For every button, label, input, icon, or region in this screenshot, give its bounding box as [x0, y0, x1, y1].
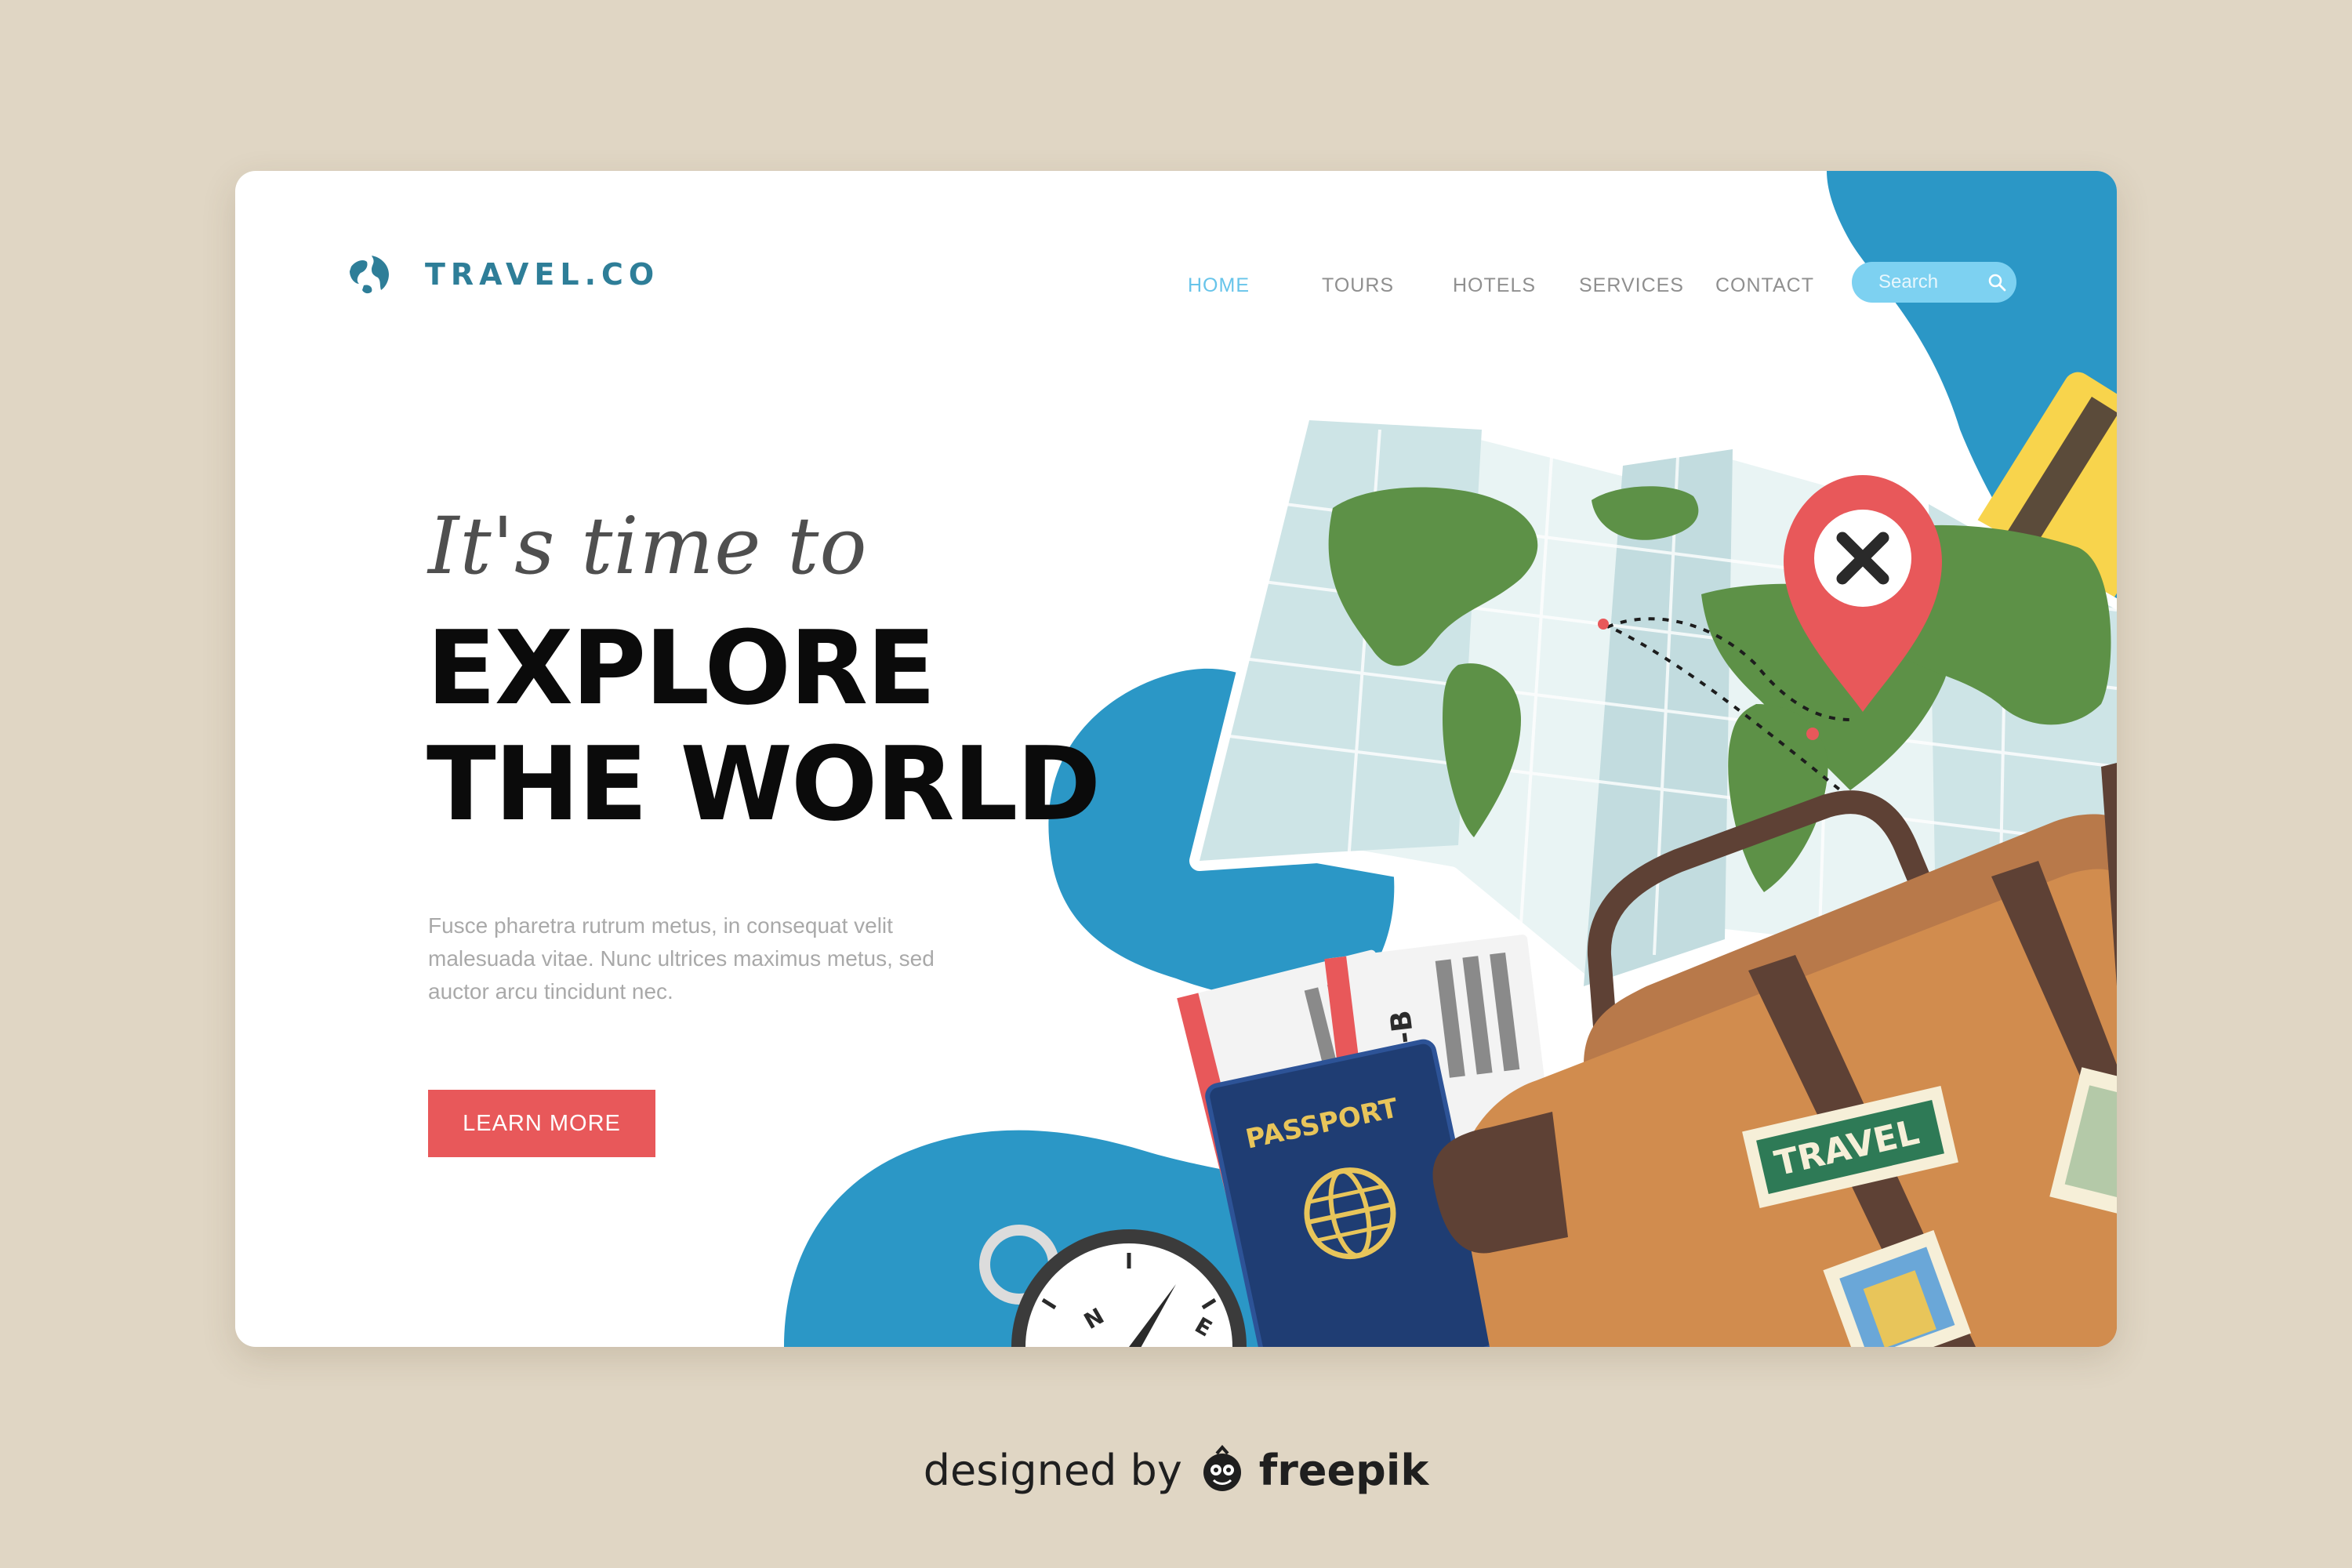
search-box[interactable] — [1852, 262, 2016, 303]
nav-contact[interactable]: CONTACT — [1715, 274, 1814, 297]
nav-services[interactable]: SERVICES — [1579, 274, 1684, 297]
freepik-logo-icon — [1203, 1444, 1241, 1491]
nav-hotels[interactable]: HOTELS — [1453, 274, 1536, 297]
search-input[interactable] — [1852, 271, 1980, 293]
credit-brand[interactable]: freepik — [1259, 1446, 1428, 1495]
hero-body-text: Fusce pharetra rutrum metus, in consequa… — [428, 913, 935, 1004]
main-nav: HOME TOURS HOTELS SERVICES CONTACT — [235, 274, 2117, 321]
hero-tagline: It's time to — [428, 500, 868, 592]
learn-more-button[interactable]: LEARN MORE — [428, 1090, 655, 1157]
hero-headline: EXPLORE THE WORLD — [426, 608, 1101, 844]
nav-home[interactable]: HOME — [1188, 274, 1250, 297]
design-credit: designed by freepik — [0, 1444, 2352, 1496]
landing-card: RX6-B RX6-B PASSPORT — [235, 171, 2117, 1347]
search-icon[interactable] — [1987, 272, 2007, 292]
headline-line-1: EXPLORE — [426, 608, 936, 728]
credit-prefix: designed by — [923, 1445, 1182, 1495]
nav-tours[interactable]: TOURS — [1322, 274, 1394, 297]
headline-line-2: THE WORLD — [426, 724, 1101, 844]
